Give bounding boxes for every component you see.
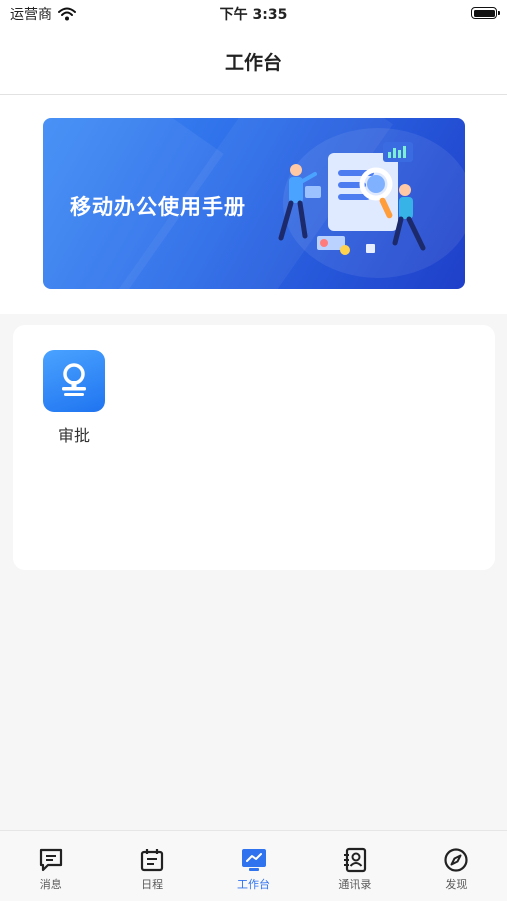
tab-label: 工作台 — [237, 878, 271, 891]
tab-calendar[interactable]: 日程 — [101, 831, 202, 901]
tab-bar: 消息 日程 工作台 通讯录 发现 — [0, 830, 507, 901]
tab-label: 日程 — [141, 878, 164, 891]
approval-stamp-icon — [43, 350, 105, 412]
app-approval[interactable]: 审批 — [43, 350, 105, 446]
calendar-icon — [141, 849, 164, 872]
tab-contacts[interactable]: 通讯录 — [304, 831, 405, 901]
tab-discover[interactable]: 发现 — [406, 831, 507, 901]
contacts-icon — [343, 847, 367, 873]
battery-icon — [471, 7, 500, 19]
status-bar: 运营商 下午 3:35 — [0, 0, 507, 30]
navigation-bar: 工作台 — [0, 30, 507, 95]
clock: 下午 3:35 — [219, 7, 288, 23]
tab-label: 通讯录 — [338, 878, 372, 891]
compass-icon — [444, 848, 468, 872]
tab-workbench[interactable]: 工作台 — [203, 831, 304, 901]
workbench-icon — [241, 849, 266, 871]
message-icon — [39, 848, 62, 872]
tab-messages[interactable]: 消息 — [0, 831, 101, 901]
tab-label: 消息 — [39, 878, 62, 891]
page-title: 工作台 — [224, 52, 282, 74]
apps-card: 审批 — [13, 325, 495, 570]
banner-section: 移动办公使用手册 — [0, 95, 507, 314]
app-label: 审批 — [57, 426, 90, 445]
tab-label: 发现 — [445, 878, 468, 891]
manual-banner[interactable]: 移动办公使用手册 — [43, 118, 465, 289]
office-illustration-icon — [278, 142, 426, 255]
